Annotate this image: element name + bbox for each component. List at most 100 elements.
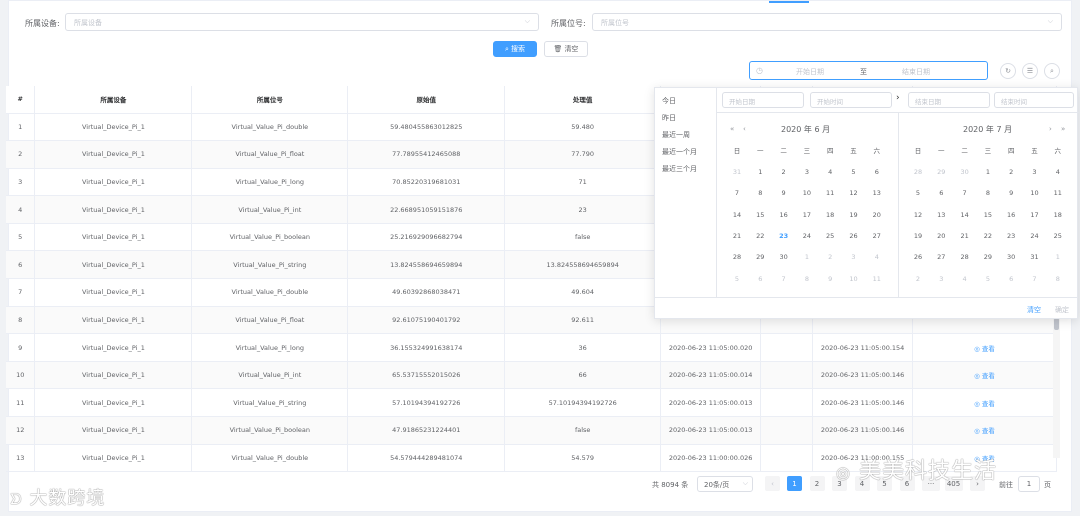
calendar-day[interactable]: 10 [798,189,816,197]
calendar-day[interactable]: 1 [798,253,816,261]
calendar-day[interactable]: 15 [979,211,997,219]
prev-page-button[interactable]: ‹ [765,476,780,491]
calendar-day[interactable]: 21 [956,232,974,240]
calendar-day[interactable]: 6 [751,275,769,283]
table-scrollbar[interactable] [1053,318,1060,458]
columns-icon[interactable]: ☰ [1022,63,1038,79]
calendar-day[interactable]: 17 [798,211,816,219]
search-button[interactable]: ⌕ 搜索 [493,41,537,57]
calendar-day[interactable]: 4 [1049,168,1067,176]
calendar-day[interactable]: 4 [956,275,974,283]
calendar-day[interactable]: 9 [821,275,839,283]
calendar-day[interactable]: 29 [932,168,950,176]
calendar-day[interactable]: 4 [821,168,839,176]
calendar-day[interactable]: 23 [775,232,793,240]
view-link[interactable]: 查看 [982,345,995,353]
calendar-day[interactable]: 29 [751,253,769,261]
device-select[interactable]: 所属设备 ⌵ [65,13,539,31]
calendar-day[interactable]: 24 [798,232,816,240]
calendar-day[interactable]: 8 [751,189,769,197]
view-link[interactable]: 查看 [982,400,995,408]
calendar-day[interactable]: 8 [1049,275,1067,283]
calendar-day[interactable]: 2 [821,253,839,261]
view-link[interactable]: 查看 [982,372,995,380]
calendar-day[interactable]: 14 [956,211,974,219]
calendar-day[interactable]: 2 [1002,168,1020,176]
picker-end-date-input[interactable]: 结束日期 [908,92,990,108]
calendar-day[interactable]: 8 [979,189,997,197]
calendar-day[interactable]: 4 [868,253,886,261]
calendar-day[interactable]: 3 [798,168,816,176]
calendar-day[interactable]: 3 [845,253,863,261]
picker-confirm-button[interactable]: 确定 [1055,305,1069,315]
calendar-day[interactable]: 5 [728,275,746,283]
calendar-day[interactable]: 17 [1026,211,1044,219]
calendar-day[interactable]: 10 [845,275,863,283]
calendar-day[interactable]: 27 [932,253,950,261]
calendar-day[interactable]: 22 [751,232,769,240]
page-size-select[interactable]: 20条/页 ⌵ [697,476,753,492]
cell-action[interactable]: ◎ 查看 [912,416,1057,445]
picker-end-time-input[interactable]: 结束时间 [994,92,1074,108]
view-link[interactable]: 查看 [982,427,995,435]
calendar-day[interactable]: 20 [868,211,886,219]
calendar-day[interactable]: 30 [775,253,793,261]
calendar-day[interactable]: 18 [821,211,839,219]
refresh-icon[interactable]: ↻ [1000,63,1016,79]
calendar-day[interactable]: 30 [1002,253,1020,261]
calendar-day[interactable]: 19 [845,211,863,219]
calendar-day[interactable]: 1 [1049,253,1067,261]
calendar-day[interactable]: 31 [728,168,746,176]
calendar-day[interactable]: 2 [909,275,927,283]
goto-page-input[interactable]: 1 [1018,476,1040,492]
calendar-day[interactable]: 11 [821,189,839,197]
picker-start-date-input[interactable]: 开始日期 [722,92,804,108]
calendar-day[interactable]: 6 [932,189,950,197]
calendar-day[interactable]: 22 [979,232,997,240]
picker-start-time-input[interactable]: 开始时间 [810,92,892,108]
calendar-day[interactable]: 30 [956,168,974,176]
calendar-day[interactable]: 5 [979,275,997,283]
scrollbar-thumb[interactable] [1054,318,1059,330]
calendar-day[interactable]: 25 [821,232,839,240]
search-toggle-icon[interactable]: ⌕ [1044,63,1060,79]
calendar-day[interactable]: 26 [909,253,927,261]
shortcut-last-3-months[interactable]: 最近三个月 [662,164,697,174]
calendar-day[interactable]: 29 [979,253,997,261]
calendar-day[interactable]: 14 [728,211,746,219]
shortcut-today[interactable]: 今日 [662,96,676,106]
page-button[interactable]: 1 [787,476,802,491]
calendar-day[interactable]: 9 [775,189,793,197]
calendar-day[interactable]: 3 [1026,168,1044,176]
picker-clear-button[interactable]: 清空 [1027,305,1041,315]
calendar-day[interactable]: 16 [775,211,793,219]
calendar-day[interactable]: 12 [845,189,863,197]
calendar-day[interactable]: 31 [1026,253,1044,261]
calendar-day[interactable]: 18 [1049,211,1067,219]
calendar-day[interactable]: 28 [956,253,974,261]
calendar-day[interactable]: 11 [1049,189,1067,197]
calendar-day[interactable]: 7 [956,189,974,197]
position-select[interactable]: 所属位号 ⌵ [592,13,1062,31]
calendar-day[interactable]: 6 [868,168,886,176]
calendar-day[interactable]: 7 [1026,275,1044,283]
clear-button[interactable]: 🗑 清空 [544,41,588,57]
calendar-day[interactable]: 16 [1002,211,1020,219]
calendar-day[interactable]: 9 [1002,189,1020,197]
calendar-day[interactable]: 26 [845,232,863,240]
next-year-icon[interactable]: » [1061,125,1065,133]
calendar-day[interactable]: 25 [1049,232,1067,240]
calendar-day[interactable]: 15 [751,211,769,219]
calendar-day[interactable]: 23 [1002,232,1020,240]
shortcut-yesterday[interactable]: 昨日 [662,113,676,123]
calendar-day[interactable]: 20 [932,232,950,240]
shortcut-last-week[interactable]: 最近一周 [662,130,690,140]
calendar-day[interactable]: 8 [798,275,816,283]
calendar-day[interactable]: 5 [845,168,863,176]
calendar-day[interactable]: 28 [909,168,927,176]
calendar-day[interactable]: 2 [775,168,793,176]
calendar-day[interactable]: 7 [728,189,746,197]
calendar-day[interactable]: 13 [932,211,950,219]
calendar-day[interactable]: 1 [751,168,769,176]
calendar-day[interactable]: 21 [728,232,746,240]
